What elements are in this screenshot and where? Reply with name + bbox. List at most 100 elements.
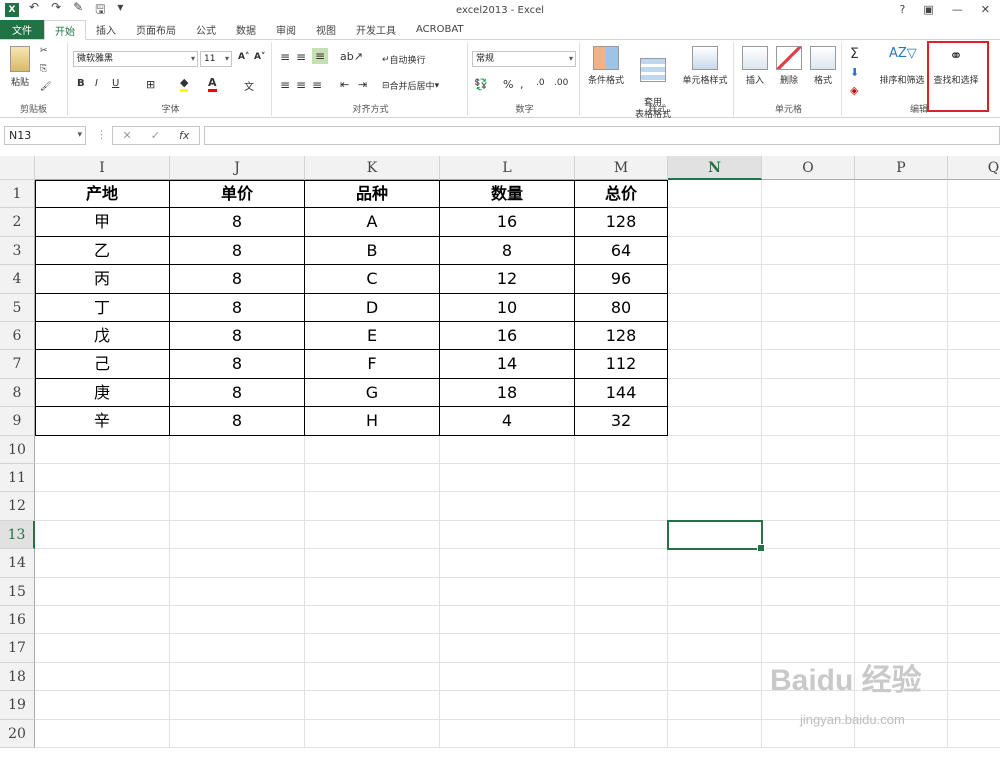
cell-j10[interactable]: [170, 435, 305, 464]
cell-i19[interactable]: [35, 691, 170, 720]
cell-styles-button[interactable]: 单元格样式: [678, 46, 732, 86]
column-header-q[interactable]: Q: [948, 156, 1000, 180]
paste-button[interactable]: 粘贴: [6, 46, 34, 88]
cell-l10[interactable]: [440, 435, 575, 464]
cell-k8[interactable]: G: [305, 378, 440, 408]
increase-decimal-icon[interactable]: .0: [536, 78, 545, 88]
cell-j18[interactable]: [170, 662, 305, 692]
cell-i20[interactable]: [35, 719, 170, 748]
cell-i14[interactable]: [35, 549, 170, 578]
decrease-indent-icon[interactable]: ⇤: [340, 78, 349, 91]
column-header-m[interactable]: M: [575, 156, 668, 180]
cell-n10[interactable]: [668, 435, 762, 464]
sort-filter-button[interactable]: AZ▽ 排序和筛选: [876, 46, 928, 86]
brush-icon[interactable]: ✎: [73, 0, 83, 21]
tab-insert[interactable]: 插入: [86, 20, 126, 39]
row-header-9[interactable]: 9: [0, 407, 35, 436]
cell-j8[interactable]: 8: [170, 378, 305, 408]
row-header-16[interactable]: 16: [0, 606, 35, 635]
column-header-j[interactable]: J: [170, 156, 305, 180]
cell-p5[interactable]: [855, 293, 948, 322]
cell-p6[interactable]: [855, 322, 948, 351]
row-header-13[interactable]: 13: [0, 520, 35, 550]
cell-n4[interactable]: [668, 265, 762, 294]
cell-o13[interactable]: [762, 520, 855, 550]
cell-p9[interactable]: [855, 407, 948, 436]
align-left-icon[interactable]: ≡: [280, 78, 290, 92]
orientation-icon[interactable]: ab↗: [340, 50, 363, 63]
cell-p3[interactable]: [855, 236, 948, 266]
font-name-combo[interactable]: 微软雅黑: [73, 51, 198, 67]
align-right-icon[interactable]: ≡: [312, 78, 322, 92]
shrink-font-icon[interactable]: A˅: [254, 52, 265, 62]
cell-l7[interactable]: 14: [440, 350, 575, 379]
column-header-o[interactable]: O: [762, 156, 855, 180]
cell-j4[interactable]: 8: [170, 265, 305, 294]
cell-m17[interactable]: [575, 634, 668, 663]
cell-i3[interactable]: 乙: [35, 236, 170, 266]
customize-qat-icon[interactable]: ▾: [117, 0, 123, 21]
cell-k13[interactable]: [305, 520, 440, 550]
cell-j2[interactable]: 8: [170, 208, 305, 237]
number-format-combo[interactable]: 常规: [472, 51, 576, 67]
cell-p8[interactable]: [855, 378, 948, 408]
cell-l5[interactable]: 10: [440, 293, 575, 322]
cell-j5[interactable]: 8: [170, 293, 305, 322]
cell-o10[interactable]: [762, 435, 855, 464]
cell-q20[interactable]: [948, 720, 1000, 748]
tab-home[interactable]: 开始: [44, 20, 86, 40]
cell-l3[interactable]: 8: [440, 236, 575, 266]
cell-o1[interactable]: [762, 180, 855, 209]
cell-i13[interactable]: [35, 520, 170, 550]
cell-j20[interactable]: [170, 719, 305, 748]
cell-o6[interactable]: [762, 322, 855, 351]
cell-n5[interactable]: [668, 293, 762, 322]
cell-m18[interactable]: [575, 662, 668, 692]
cell-l12[interactable]: [440, 492, 575, 521]
cell-p1[interactable]: [855, 180, 948, 209]
cell-k16[interactable]: [305, 606, 440, 635]
row-header-15[interactable]: 15: [0, 577, 35, 606]
cell-n19[interactable]: [668, 691, 762, 720]
cell-l17[interactable]: [440, 634, 575, 663]
clear-icon[interactable]: ◈: [850, 84, 858, 97]
row-header-5[interactable]: 5: [0, 293, 35, 322]
bottom-align-icon[interactable]: ≡: [312, 48, 328, 64]
decrease-decimal-icon[interactable]: .00: [554, 78, 568, 88]
row-header-19[interactable]: 19: [0, 691, 35, 720]
cell-j15[interactable]: [170, 577, 305, 606]
cell-m8[interactable]: 144: [575, 378, 668, 408]
cell-k20[interactable]: [305, 719, 440, 748]
cell-q9[interactable]: [948, 407, 1000, 436]
cell-j17[interactable]: [170, 634, 305, 663]
cell-q13[interactable]: [948, 521, 1000, 550]
cell-l6[interactable]: 16: [440, 322, 575, 351]
cell-q11[interactable]: [948, 464, 1000, 493]
cell-m6[interactable]: 128: [575, 322, 668, 351]
cell-q6[interactable]: [948, 322, 1000, 351]
cell-p16[interactable]: [855, 606, 948, 635]
cell-m14[interactable]: [575, 549, 668, 578]
cell-q3[interactable]: [948, 237, 1000, 266]
cell-i10[interactable]: [35, 435, 170, 464]
cell-q2[interactable]: [948, 208, 1000, 237]
cell-m16[interactable]: [575, 606, 668, 635]
cell-l2[interactable]: 16: [440, 208, 575, 237]
cell-i2[interactable]: 甲: [35, 208, 170, 237]
cell-m19[interactable]: [575, 691, 668, 720]
cell-i9[interactable]: 辛: [35, 407, 170, 436]
cell-m11[interactable]: [575, 464, 668, 493]
cell-m13[interactable]: [575, 520, 668, 550]
middle-align-icon[interactable]: ≡: [296, 50, 306, 64]
tab-review[interactable]: 审阅: [266, 20, 306, 39]
cell-j6[interactable]: 8: [170, 322, 305, 351]
comma-icon[interactable]: ,: [520, 78, 524, 91]
cell-i15[interactable]: [35, 577, 170, 606]
cell-l14[interactable]: [440, 549, 575, 578]
cell-l11[interactable]: [440, 464, 575, 493]
cell-k11[interactable]: [305, 464, 440, 493]
cell-k5[interactable]: D: [305, 293, 440, 322]
cell-k17[interactable]: [305, 634, 440, 663]
cell-k14[interactable]: [305, 549, 440, 578]
border-icon[interactable]: ⊞: [146, 78, 155, 91]
